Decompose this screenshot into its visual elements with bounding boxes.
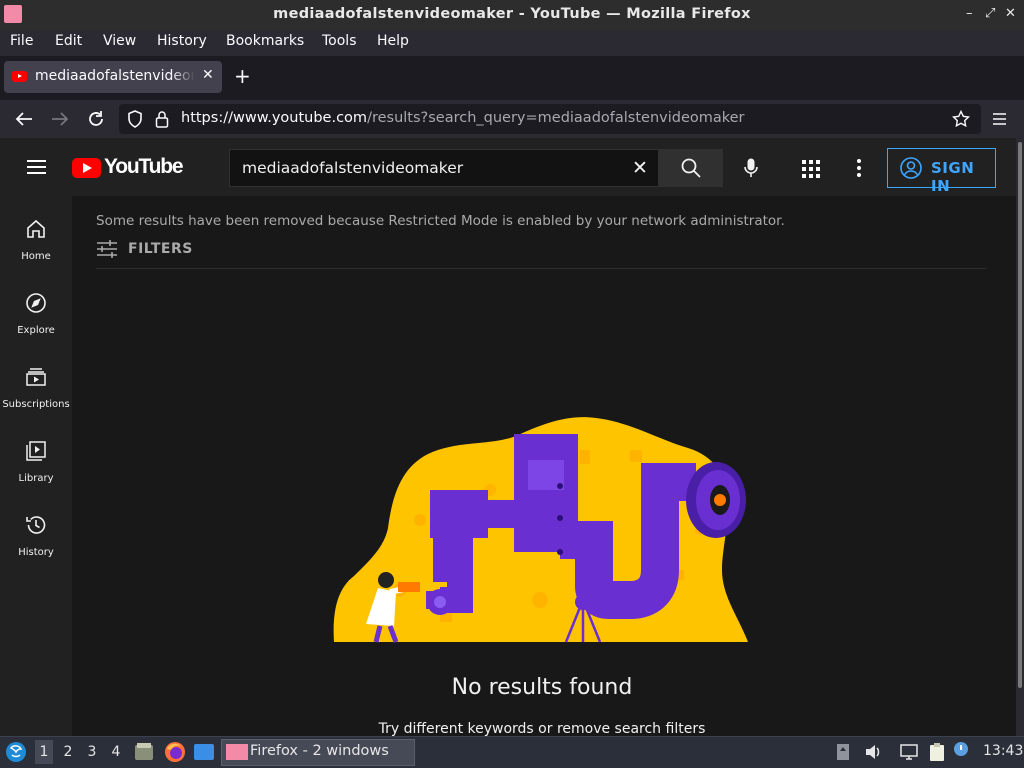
subscriptions-icon	[26, 368, 46, 386]
no-results-hint: Try different keywords or remove search …	[378, 721, 706, 737]
menu-bookmarks[interactable]: Bookmarks	[226, 33, 304, 49]
back-arrow-icon[interactable]	[15, 111, 33, 127]
filters-label: FILTERS	[128, 241, 193, 257]
system-taskbar: 1 2 3 4	[0, 736, 1024, 768]
shield-icon[interactable]	[127, 110, 143, 128]
youtube-favicon-icon	[12, 71, 27, 82]
window-title: mediaadofalstenvideomaker - YouTube — Mo…	[273, 6, 751, 22]
menu-history[interactable]: History	[157, 33, 207, 49]
url-text[interactable]: https://www.youtube.com/results?search_q…	[181, 110, 745, 126]
menu-tools[interactable]: Tools	[322, 33, 357, 49]
minimize-icon[interactable]: –	[966, 7, 973, 21]
guide-menu-icon[interactable]	[27, 159, 46, 175]
menu-bar: File Edit View History Bookmarks Tools H…	[0, 30, 1024, 56]
maximize-icon[interactable]: ⤢	[985, 7, 995, 21]
file-manager-icon[interactable]	[134, 742, 154, 762]
tab-close-icon[interactable]: ✕	[202, 67, 214, 83]
network-icon[interactable]	[899, 743, 919, 761]
sidebar-item-label: Library	[18, 473, 54, 484]
bookmark-star-icon[interactable]	[952, 110, 970, 128]
sidebar-item-library[interactable]: Library	[0, 440, 72, 510]
url-path: /results?search_query=mediaadofalstenvid…	[367, 110, 745, 126]
url-host: https://www.youtube.com	[181, 110, 368, 126]
account-icon	[900, 157, 922, 179]
home-icon	[27, 219, 45, 238]
restricted-mode-notice: Some results have been removed because R…	[96, 213, 785, 229]
history-icon	[26, 516, 46, 534]
tab-youtube-results[interactable]: mediaadofalstenvideomaker - YouTube ✕	[4, 61, 222, 93]
sidebar-item-explore[interactable]: Explore	[0, 292, 72, 362]
filters-button[interactable]: FILTERS	[96, 240, 192, 262]
search-input[interactable]: mediaadofalstenvideomaker ✕	[229, 149, 659, 187]
library-icon	[26, 441, 46, 461]
new-tab-button[interactable]: +	[234, 66, 251, 86]
workspace-3[interactable]: 3	[83, 744, 101, 760]
sidebar-item-label: Subscriptions	[2, 399, 70, 410]
firefox-window-icon	[226, 744, 248, 760]
menu-file[interactable]: File	[10, 33, 33, 49]
tab-title: mediaadofalstenvideomaker - YouTube	[35, 68, 195, 84]
workspace-4[interactable]: 4	[107, 744, 125, 760]
menu-view[interactable]: View	[103, 33, 136, 49]
close-window-icon[interactable]: ✕	[1005, 7, 1016, 21]
search-button[interactable]	[659, 149, 723, 187]
sign-in-button[interactable]: SIGN IN	[887, 148, 996, 195]
taskbar-clock[interactable]: 13:43	[983, 743, 1023, 759]
no-results-title: No results found	[451, 675, 633, 700]
sidebar-item-home[interactable]: Home	[0, 218, 72, 288]
taskbar-item-label: Firefox - 2 windows	[250, 743, 389, 759]
hamburger-menu-icon[interactable]	[992, 112, 1007, 126]
menu-help[interactable]: Help	[377, 33, 409, 49]
notification-icon[interactable]	[953, 741, 969, 761]
sidebar-item-subscriptions[interactable]: Subscriptions	[0, 366, 72, 436]
reload-icon[interactable]	[87, 110, 105, 128]
tray-updates-icon[interactable]	[836, 743, 850, 761]
firefox-launcher-icon[interactable]	[164, 741, 186, 763]
start-menu-icon[interactable]	[5, 740, 27, 764]
apps-grid-icon[interactable]	[802, 160, 820, 178]
workspace-1[interactable]: 1	[35, 740, 53, 764]
microphone-icon	[744, 158, 758, 177]
divider	[96, 268, 986, 269]
clear-search-icon[interactable]: ✕	[632, 157, 648, 179]
window-titlebar: mediaadofalstenvideomaker - YouTube — Mo…	[0, 0, 1024, 30]
youtube-logo-text[interactable]: YouTube	[104, 155, 184, 179]
youtube-logo-icon[interactable]	[72, 158, 101, 178]
desktop-icon[interactable]	[193, 743, 215, 761]
url-bar[interactable]: https://www.youtube.com/results?search_q…	[119, 104, 981, 134]
lock-icon[interactable]	[155, 110, 169, 128]
filter-sliders-icon	[97, 240, 117, 258]
search-icon	[681, 158, 701, 178]
volume-icon[interactable]	[864, 743, 882, 761]
menu-edit[interactable]: Edit	[55, 33, 82, 49]
page-scrollbar-thumb[interactable]	[1018, 142, 1022, 688]
forward-arrow-icon[interactable]	[51, 111, 69, 127]
no-results-illustration	[333, 417, 748, 643]
sidebar-item-label: History	[18, 547, 54, 558]
more-options-icon[interactable]	[856, 159, 862, 177]
sign-in-label: SIGN IN	[931, 159, 975, 195]
youtube-sidebar: Home Explore Subscriptions Library Histo…	[0, 196, 72, 736]
sidebar-item-label: Home	[21, 251, 51, 262]
clipboard-icon[interactable]	[927, 742, 947, 762]
sidebar-item-history[interactable]: History	[0, 514, 72, 584]
workspace-2[interactable]: 2	[59, 744, 77, 760]
sidebar-item-label: Explore	[17, 325, 55, 336]
voice-search-button[interactable]	[735, 152, 767, 184]
taskbar-firefox-group[interactable]: Firefox - 2 windows	[221, 739, 415, 766]
search-input-value[interactable]: mediaadofalstenvideomaker	[242, 159, 463, 177]
compass-icon	[26, 293, 46, 313]
